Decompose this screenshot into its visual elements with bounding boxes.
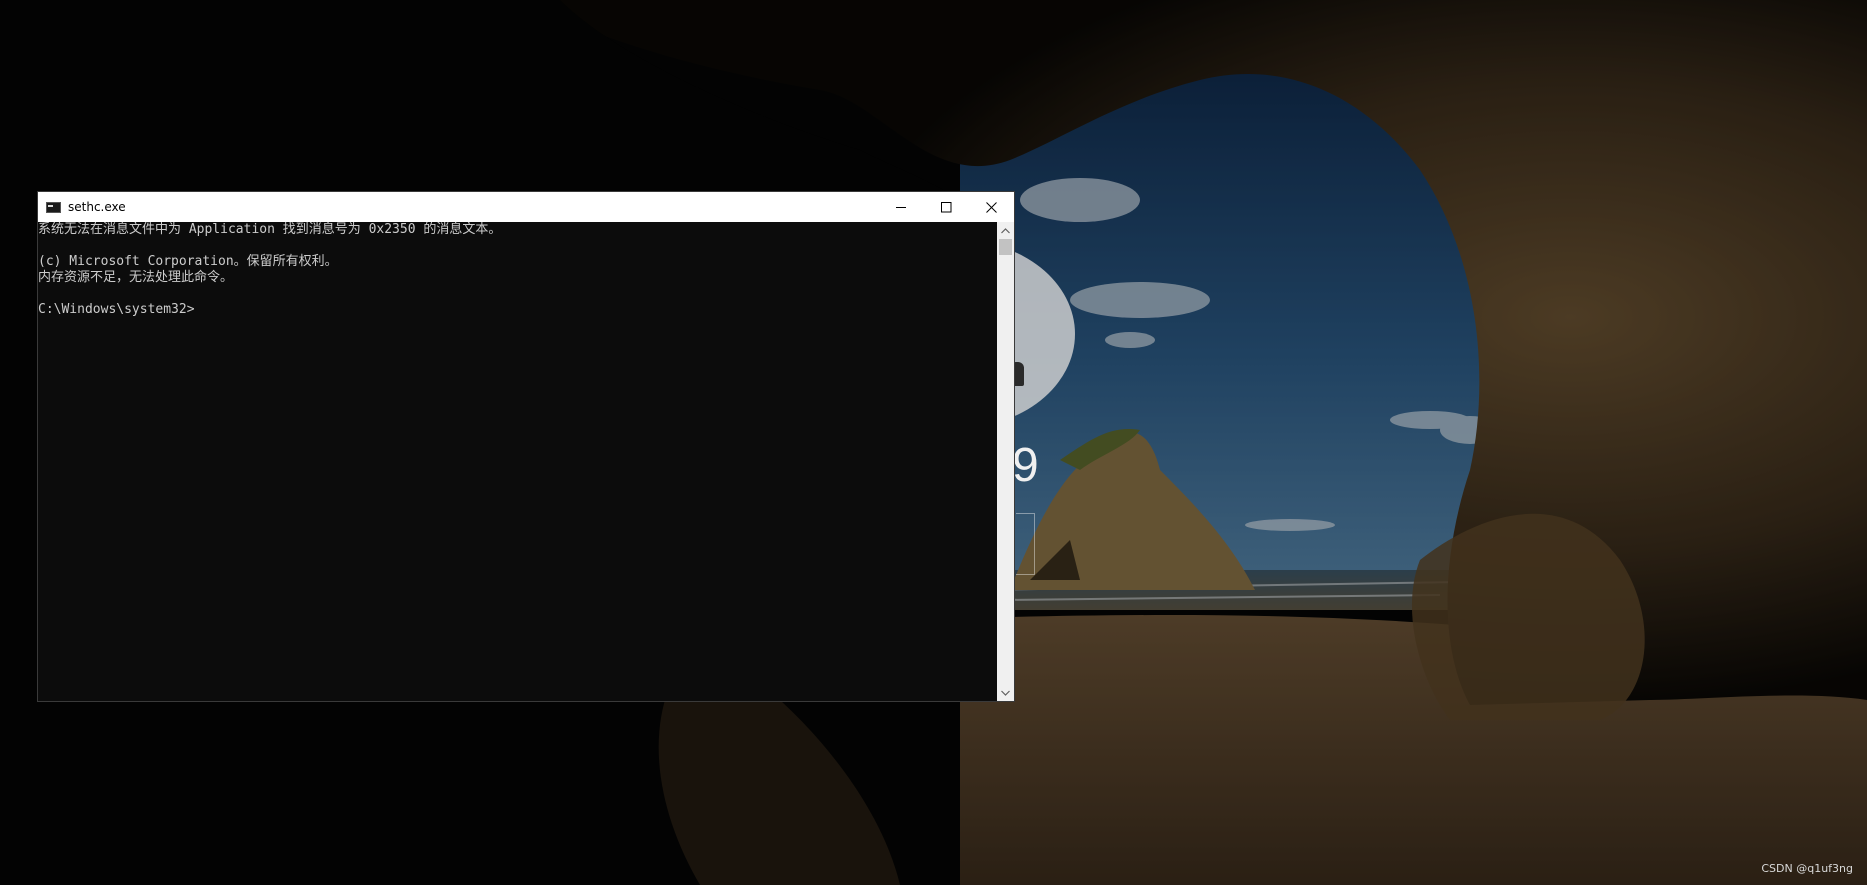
desktop: 9 sethc.exe 系统无法在消息文件中为 Application 找到消息… — [0, 0, 1867, 885]
console-line: 内存资源不足，无法处理此命令。 — [38, 270, 234, 285]
console-prompt[interactable]: C:\Windows\system32> — [38, 302, 997, 318]
maximize-button[interactable] — [924, 192, 969, 222]
maximize-icon — [941, 201, 952, 212]
close-button[interactable] — [969, 192, 1014, 222]
chevron-down-icon — [1001, 690, 1010, 696]
scroll-up-button[interactable] — [997, 222, 1014, 239]
minimize-icon — [896, 206, 906, 208]
chevron-up-icon — [1001, 227, 1010, 233]
console-line: 系统无法在消息文件中为 Application 找到消息号为 0x2350 的消… — [38, 222, 502, 237]
console-icon — [46, 201, 61, 213]
console-line: (c) Microsoft Corporation。保留所有权利。 — [38, 254, 338, 269]
close-icon — [986, 201, 997, 213]
window-titlebar[interactable]: sethc.exe — [38, 192, 1014, 222]
minimize-button[interactable] — [879, 192, 924, 222]
watermark-text: CSDN @q1uf3ng — [1761, 862, 1853, 875]
console-output[interactable]: 系统无法在消息文件中为 Application 找到消息号为 0x2350 的消… — [38, 222, 997, 701]
window-title: sethc.exe — [68, 200, 126, 214]
scroll-thumb[interactable] — [999, 239, 1012, 255]
scroll-down-button[interactable] — [997, 684, 1014, 701]
window-controls — [879, 192, 1014, 222]
console-window[interactable]: sethc.exe 系统无法在消息文件中为 Application 找到消息号为… — [37, 191, 1015, 702]
vertical-scrollbar[interactable] — [997, 222, 1014, 701]
